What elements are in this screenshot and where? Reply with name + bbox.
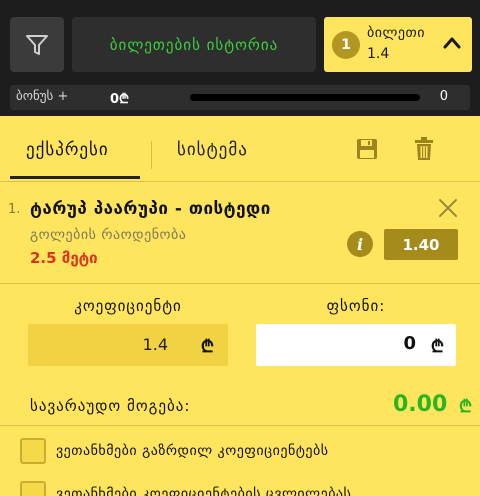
accept-increased-odds-row[interactable]: ვეთანხმები გაზრდილ კოეფიციენტებს bbox=[20, 438, 480, 466]
close-icon[interactable] bbox=[438, 198, 458, 218]
accept-odds-change-row[interactable]: ვეთანხმები კოეფიციენტების ცვლილებას bbox=[20, 481, 480, 496]
coefficient-value: 1.4 bbox=[142, 335, 168, 354]
bet-event-title: ტარუპ პაარუპი - თისტედი bbox=[30, 199, 271, 219]
save-icon[interactable] bbox=[356, 138, 378, 160]
top-header: ბილეთების ისტორია 1 ბილეთი 1.4 ბონუს + 0… bbox=[0, 0, 480, 116]
coefficient-field: 1.4 ₾ bbox=[28, 324, 228, 366]
potential-win-label: სავარაუდო მოგება: bbox=[30, 397, 191, 415]
tab-express[interactable]: ექსპრესი bbox=[26, 140, 109, 160]
ticket-total-odds: 1.4 bbox=[367, 46, 390, 62]
trash-icon[interactable] bbox=[414, 137, 434, 161]
betslip-toggle-button[interactable]: 1 ბილეთი 1.4 bbox=[324, 17, 472, 72]
bet-market: გოლების რაოდენობა bbox=[30, 227, 187, 243]
info-icon[interactable]: i bbox=[347, 231, 373, 257]
bet-item-divider bbox=[0, 283, 480, 284]
bonus-right-value: 0 bbox=[439, 89, 448, 104]
tabs-divider bbox=[0, 181, 480, 182]
win-divider bbox=[0, 425, 480, 426]
accept-increased-odds-label: ვეთანხმები გაზრდილ კოეფიციენტებს bbox=[56, 443, 329, 459]
bonus-progress-bar bbox=[190, 94, 420, 101]
tab-system[interactable]: სისტემა bbox=[177, 140, 248, 160]
lari-icon: ₾ bbox=[430, 337, 444, 357]
stake-label: ფსონი: bbox=[326, 297, 386, 315]
active-tab-underline bbox=[10, 176, 140, 179]
betslip-tabs: ექსპრესი სისტემა bbox=[0, 116, 480, 182]
filter-icon bbox=[26, 34, 48, 55]
bet-index: 1. bbox=[8, 202, 21, 217]
bonus-amount: 0₾ bbox=[110, 92, 130, 107]
filter-button[interactable] bbox=[10, 17, 64, 72]
accept-odds-change-label: ვეთანხმები კოეფიციენტების ცვლილებას bbox=[56, 486, 352, 496]
ticket-history-button[interactable]: ბილეთების ისტორია bbox=[72, 17, 316, 72]
bet-odds-badge: 1.40 bbox=[384, 229, 458, 260]
potential-win-value: 0.00 bbox=[393, 392, 448, 417]
lari-icon: ₾ bbox=[459, 397, 473, 417]
ticket-count-badge: 1 bbox=[332, 31, 360, 59]
stake-input[interactable]: 0 ₾ bbox=[256, 324, 456, 366]
ticket-title: ბილეთი bbox=[367, 25, 425, 41]
stake-value[interactable]: 0 bbox=[403, 333, 416, 354]
bonus-bar: ბონუს + 0₾ 0 bbox=[10, 85, 470, 110]
accept-increased-odds-checkbox[interactable] bbox=[20, 438, 46, 464]
coefficient-label: კოეფიციენტი bbox=[74, 297, 182, 315]
bet-selection: 2.5 მეტი bbox=[30, 249, 98, 267]
lari-icon: ₾ bbox=[200, 337, 214, 357]
accept-odds-change-checkbox[interactable] bbox=[20, 481, 46, 496]
tab-separator bbox=[151, 141, 152, 169]
bonus-label: ბონუს + bbox=[16, 89, 69, 104]
chevron-up-icon bbox=[443, 37, 461, 49]
